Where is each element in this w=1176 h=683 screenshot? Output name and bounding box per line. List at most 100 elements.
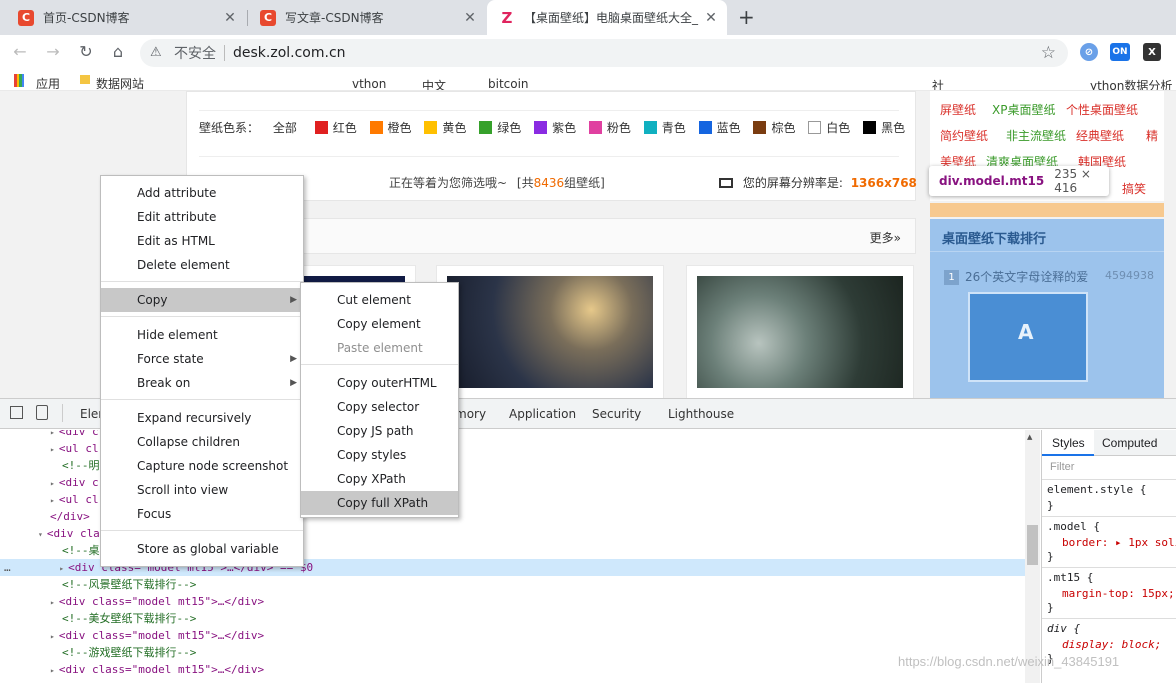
style-rule-selector[interactable]: .mt15 {: [1047, 571, 1093, 584]
tab-lighthouse[interactable]: Lighthouse: [668, 407, 734, 421]
wallpaper-thumb[interactable]: [436, 265, 664, 398]
menu-item-expand-recursively[interactable]: Expand recursively: [101, 406, 303, 430]
dom-comment[interactable]: <!--风景壁纸下载排行-->: [62, 576, 196, 593]
more-icon[interactable]: …: [4, 561, 11, 574]
menu-item-copy-outerhtml[interactable]: Copy outerHTML: [301, 371, 458, 395]
inspect-element-icon[interactable]: [10, 406, 23, 419]
close-icon[interactable]: ✕: [701, 10, 721, 26]
tab-security[interactable]: Security: [592, 407, 641, 421]
color-black[interactable]: 黑色: [863, 121, 905, 135]
close-icon[interactable]: ✕: [220, 10, 240, 26]
forward-icon[interactable]: →: [41, 41, 65, 65]
ranking-panel-highlighted[interactable]: 桌面壁纸下载排行 1 26个英文字母诠释的爱 4594938 A: [930, 219, 1164, 398]
color-red[interactable]: 红色: [314, 121, 357, 135]
dom-node[interactable]: ▾ <div cla: [38, 525, 100, 542]
security-label[interactable]: 不安全: [174, 43, 216, 63]
menu-item-collapse-children[interactable]: Collapse children: [101, 430, 303, 454]
close-icon[interactable]: ✕: [460, 10, 480, 26]
tab-application[interactable]: Application: [509, 407, 576, 421]
menu-item-break-on[interactable]: Break on ▶: [101, 371, 303, 395]
dom-node[interactable]: ▸ <div class="model mt15">…</div>: [50, 661, 264, 678]
style-rule-selector[interactable]: element.style {: [1047, 483, 1146, 496]
extension-x-icon[interactable]: X: [1143, 43, 1161, 61]
scroll-up-icon[interactable]: ▲: [1027, 433, 1032, 441]
menu-item-copy-xpath[interactable]: Copy XPath: [301, 467, 458, 491]
tag-link[interactable]: 经典壁纸: [1076, 127, 1124, 144]
tab-zol-wallpaper[interactable]: Z 【桌面壁纸】电脑桌面壁纸大全_ ✕: [487, 0, 727, 35]
color-white[interactable]: 白色: [808, 121, 850, 135]
tag-link[interactable]: 非主流壁纸: [1006, 127, 1066, 144]
tab-memory[interactable]: mory: [455, 407, 486, 421]
menu-item-copy-element[interactable]: Copy element: [301, 312, 458, 336]
menu-item-copy-js-path[interactable]: Copy JS path: [301, 419, 458, 443]
menu-item-delete-element[interactable]: Delete element: [101, 253, 303, 277]
bookmark-python-analysis[interactable]: ython数据分析: [1090, 77, 1172, 90]
dom-comment[interactable]: <!--美女壁纸下载排行-->: [62, 610, 196, 627]
color-pink[interactable]: 粉色: [588, 121, 631, 135]
new-tab-button[interactable]: +: [738, 5, 755, 29]
menu-item-copy-selector[interactable]: Copy selector: [301, 395, 458, 419]
dom-comment[interactable]: <!--桌: [62, 542, 100, 559]
device-toolbar-icon[interactable]: [36, 405, 48, 420]
home-icon[interactable]: ⌂: [106, 41, 130, 65]
menu-item-focus[interactable]: Focus: [101, 502, 303, 526]
thumbnail-image[interactable]: [447, 276, 653, 388]
dom-node[interactable]: ▸ <div class="model mt15">…</div>: [50, 627, 264, 644]
scroll-thumb[interactable]: [1027, 525, 1038, 565]
tag-link[interactable]: XP桌面壁纸: [992, 101, 1055, 118]
scrollbar[interactable]: ▲: [1025, 430, 1040, 683]
menu-item-store-global[interactable]: Store as global variable: [101, 537, 303, 561]
bookmark-bitcoin[interactable]: bitcoin: [488, 77, 529, 90]
reload-icon[interactable]: ↻: [74, 41, 98, 65]
menu-item-edit-attribute[interactable]: Edit attribute: [101, 205, 303, 229]
url-text[interactable]: desk.zol.com.cn: [233, 45, 346, 61]
menu-item-force-state[interactable]: Force state ▶: [101, 347, 303, 371]
color-green[interactable]: 绿色: [479, 121, 521, 135]
back-icon[interactable]: ←: [8, 41, 32, 65]
menu-item-copy-full-xpath[interactable]: Copy full XPath: [301, 491, 458, 515]
style-property[interactable]: display: block;: [1062, 638, 1161, 651]
menu-item-hide-element[interactable]: Hide element: [101, 323, 303, 347]
tab-csdn-home[interactable]: C 首页-CSDN博客 ✕: [6, 0, 246, 35]
color-brown[interactable]: 棕色: [753, 121, 795, 135]
dom-node[interactable]: ▸ <div c: [50, 474, 99, 491]
menu-item-copy-styles[interactable]: Copy styles: [301, 443, 458, 467]
color-yellow[interactable]: 黄色: [424, 121, 466, 135]
wallpaper-thumb[interactable]: [686, 265, 914, 398]
tag-link[interactable]: 搞笑: [1122, 180, 1146, 197]
tag-link[interactable]: 简约壁纸: [940, 127, 988, 144]
style-property[interactable]: margin-top: 15px;: [1062, 587, 1175, 600]
menu-item-capture-screenshot[interactable]: Capture node screenshot: [101, 454, 303, 478]
bookmark-python[interactable]: vthon: [352, 77, 386, 90]
filter-input[interactable]: Filter: [1050, 461, 1074, 473]
menu-item-edit-html[interactable]: Edit as HTML: [101, 229, 303, 253]
tab-csdn-write[interactable]: C 写文章-CSDN博客 ✕: [248, 0, 486, 35]
color-all[interactable]: 全部: [273, 121, 297, 135]
style-rule-selector[interactable]: div {: [1047, 622, 1080, 635]
dom-comment[interactable]: <!--明: [62, 457, 100, 474]
extension-on-icon[interactable]: ON: [1110, 43, 1130, 61]
menu-item-add-attribute[interactable]: Add attribute: [101, 181, 303, 205]
dom-comment[interactable]: <!--游戏壁纸下载排行-->: [62, 644, 196, 661]
bookmark-apps[interactable]: 应用: [36, 75, 60, 90]
color-cyan[interactable]: 青色: [643, 121, 686, 135]
tag-link[interactable]: 个性桌面壁纸: [1066, 101, 1138, 118]
color-orange[interactable]: 橙色: [369, 121, 412, 135]
extension-icon[interactable]: ⊘: [1080, 43, 1098, 61]
dom-node[interactable]: ▸ <ul cl: [50, 491, 99, 508]
dom-node[interactable]: ▸ <div cl: [50, 430, 105, 440]
ranking-thumbnail[interactable]: A: [968, 292, 1088, 382]
dom-node[interactable]: ▸ <ul cl: [50, 440, 99, 457]
tag-link[interactable]: 屏壁纸: [940, 101, 976, 118]
tag-link[interactable]: 精: [1146, 127, 1158, 144]
more-link[interactable]: 更多»: [870, 229, 901, 246]
bookmark-social[interactable]: 社: [932, 77, 944, 90]
style-property[interactable]: border: ▸ 1px soli: [1062, 536, 1176, 549]
ranking-item-title[interactable]: 26个英文字母诠释的爱: [965, 268, 1088, 285]
color-purple[interactable]: 紫色: [534, 121, 576, 135]
warning-icon[interactable]: ⚠: [150, 46, 164, 60]
tab-styles[interactable]: Styles: [1052, 436, 1085, 450]
dom-closing-tag[interactable]: </div>: [50, 508, 90, 525]
bookmark-chinese[interactable]: 中文: [422, 77, 446, 90]
menu-item-cut-element[interactable]: Cut element: [301, 288, 458, 312]
